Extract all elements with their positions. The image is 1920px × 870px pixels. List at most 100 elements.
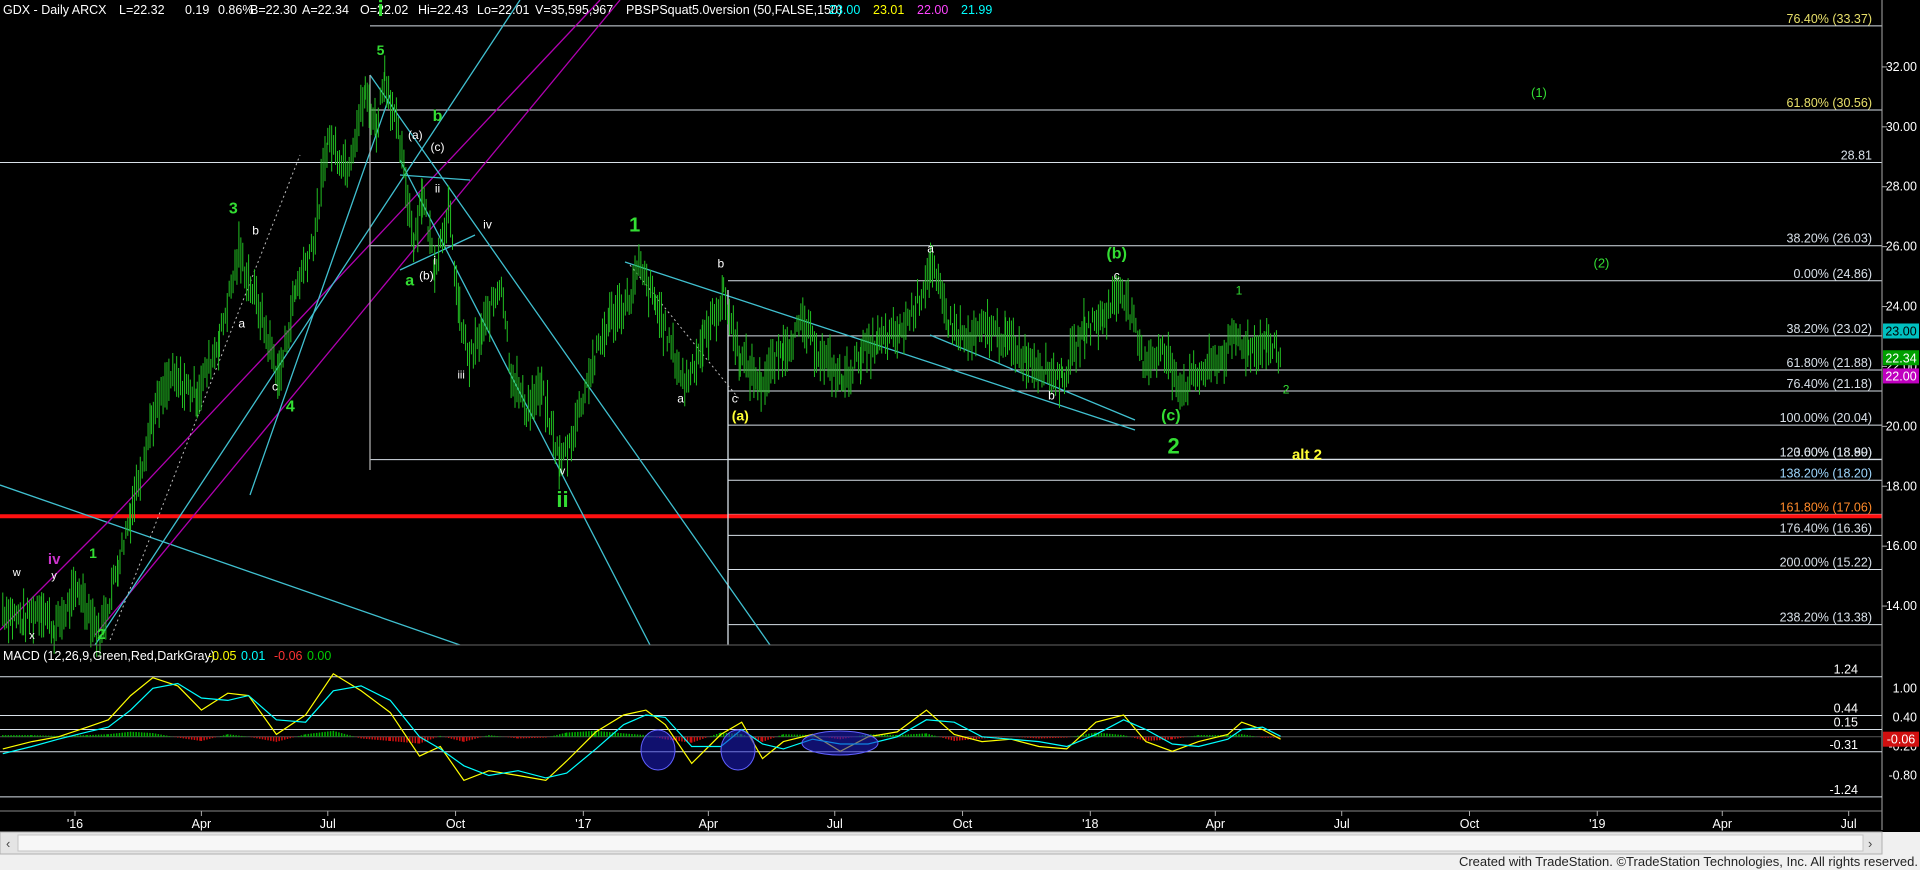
wave-label-8: a [405,273,414,290]
fib-label-8: 100.00% (20.04) [1780,411,1872,425]
wave-label-13: 3 [229,201,238,218]
scroll-right-arrow[interactable]: › [1868,836,1872,851]
price-tick-label-6: 20.00 [1886,419,1917,433]
credit-text: Created with TradeStation. ©TradeStation… [1459,854,1918,869]
time-tick-label-8: '18 [1082,817,1098,831]
wave-label-14: b [252,224,259,238]
study-value-1: 23.01 [873,3,904,17]
fib-label-6: 61.80% (21.88) [1787,356,1872,370]
wave-label-29: 1 [1236,284,1243,298]
macd-ellipse-1 [720,729,756,771]
wave-label-33: (2) [1593,256,1609,271]
macd-ellipse-0 [640,729,676,771]
fib-label-4: 0.00% (24.86) [1793,267,1872,281]
price-tick-label-3: 26.00 [1886,240,1917,254]
wave-label-12: ii [556,487,568,512]
wave-label-18: 1 [629,215,640,237]
fib-label-11: 138.20% (18.20) [1780,466,1872,480]
wave-label-19: b [718,257,725,271]
macd-level-label-1: 0.44 [1834,701,1858,715]
wave-label-39: 2 [97,626,105,643]
wave-label-38: x [29,630,35,642]
wave-label-23: a [927,242,934,256]
price-tick-label-9: 14.00 [1886,599,1917,613]
wave-label-25: c [1114,269,1120,283]
price-tick-label-2: 28.00 [1886,180,1917,194]
header-low: Lo=22.01 [477,3,530,17]
scrollbar-thumb[interactable] [17,834,1864,852]
time-tick-label-0: '16 [67,817,83,831]
time-tick-label-6: Jul [827,817,843,831]
fib-label-10: 0.00% (18.89) [1793,446,1872,460]
last-price-markers: 23.00 22.34 22.00 [1883,323,1919,384]
price-tick-label-1: 30.00 [1886,120,1917,134]
macd-ellipse-2 [801,730,879,756]
price-tick-label-7: 18.00 [1886,479,1917,493]
time-tick-label-9: Apr [1206,817,1225,831]
wave-label-28: 2 [1168,433,1180,458]
wave-label-26: b [1048,388,1055,402]
time-tick-label-1: Apr [192,817,211,831]
study-value-0: 23.00 [829,3,860,17]
fib-label-13: 176.40% (16.36) [1780,521,1872,535]
wave-label-7: (b) [419,269,434,283]
wave-label-3: b [433,108,443,125]
wave-label-24: (b) [1106,246,1126,263]
wave-label-4: (c) [431,140,445,154]
wave-label-15: a [238,317,245,331]
price-tick-label-0: 32.00 [1886,60,1917,74]
wave-label-37: 1 [89,545,97,561]
macd-tick-label-3: -0.80 [1889,769,1918,783]
macd-label: MACD (12,26,9,Green,Red,DarkGray) [3,649,215,663]
time-tick-label-4: '17 [575,817,591,831]
gdx-chart: GDX - Daily ARCX L=22.32 0.19 0.86% B=22… [0,0,1920,870]
wave-label-17: 4 [286,398,295,415]
scroll-left-arrow[interactable]: ‹ [6,836,10,851]
fib-label-1: 61.80% (30.56) [1787,96,1872,110]
wave-label-2: (a) [408,128,423,142]
wave-label-16: c [272,379,278,393]
macd-value-2: -0.06 [274,649,303,663]
wave-label-31: alt 2 [1292,446,1322,463]
fib-label-15: 238.20% (13.38) [1780,611,1872,625]
wave-label-9: iv [483,218,492,232]
study-value-2: 22.00 [917,3,948,17]
header-last: L=22.32 [119,3,165,17]
header-change: 0.19 [185,3,209,17]
wave-label-21: c [732,391,738,405]
time-tick-label-11: Oct [1460,817,1480,831]
time-tick-label-2: Jul [320,817,336,831]
wave-label-35: iv [48,551,61,568]
wave-label-1: 5 [377,42,385,58]
time-tick-label-10: Jul [1334,817,1350,831]
time-tick-label-13: Apr [1713,817,1732,831]
fib-label-2: 28.81 [1841,148,1872,162]
macd-level-label-0: 1.24 [1834,663,1858,677]
fib-label-7: 76.40% (21.18) [1787,377,1872,391]
fib-label-0: 76.40% (33.37) [1787,12,1872,26]
last-price-label-0: 23.00 [1885,324,1916,338]
wave-label-22: (a) [732,407,749,423]
header-open: O=22.02 [360,3,408,17]
wave-label-0: i [378,0,384,21]
macd-value-1: 0.01 [241,649,265,663]
macd-level-label-4: -1.24 [1830,783,1859,797]
price-tick-label-4: 24.00 [1886,300,1917,314]
macd-value-0: -0.05 [208,649,237,663]
header-volume: V=35,595,967 [535,3,613,17]
macd-level-label-3: -0.31 [1830,738,1859,752]
price-tick-label-8: 16.00 [1886,539,1917,553]
time-tick-label-3: Oct [446,817,466,831]
wave-label-32: (1) [1531,85,1547,100]
time-tick-label-14: Jul [1841,817,1857,831]
time-tick-label-7: Oct [953,817,973,831]
header-ask: A=22.34 [302,3,349,17]
header-study: PBSPSquat5.0version (50,FALSE,150) [626,3,842,17]
wave-label-30: 2 [1283,382,1290,396]
header-symbol: GDX - Daily ARCX [3,3,107,17]
wave-label-10: iii [457,369,464,381]
wave-label-11: v [560,465,566,477]
wave-label-36: y [51,570,57,582]
macd-tick-label-0: 1.00 [1893,681,1917,695]
time-tick-label-12: '19 [1589,817,1605,831]
